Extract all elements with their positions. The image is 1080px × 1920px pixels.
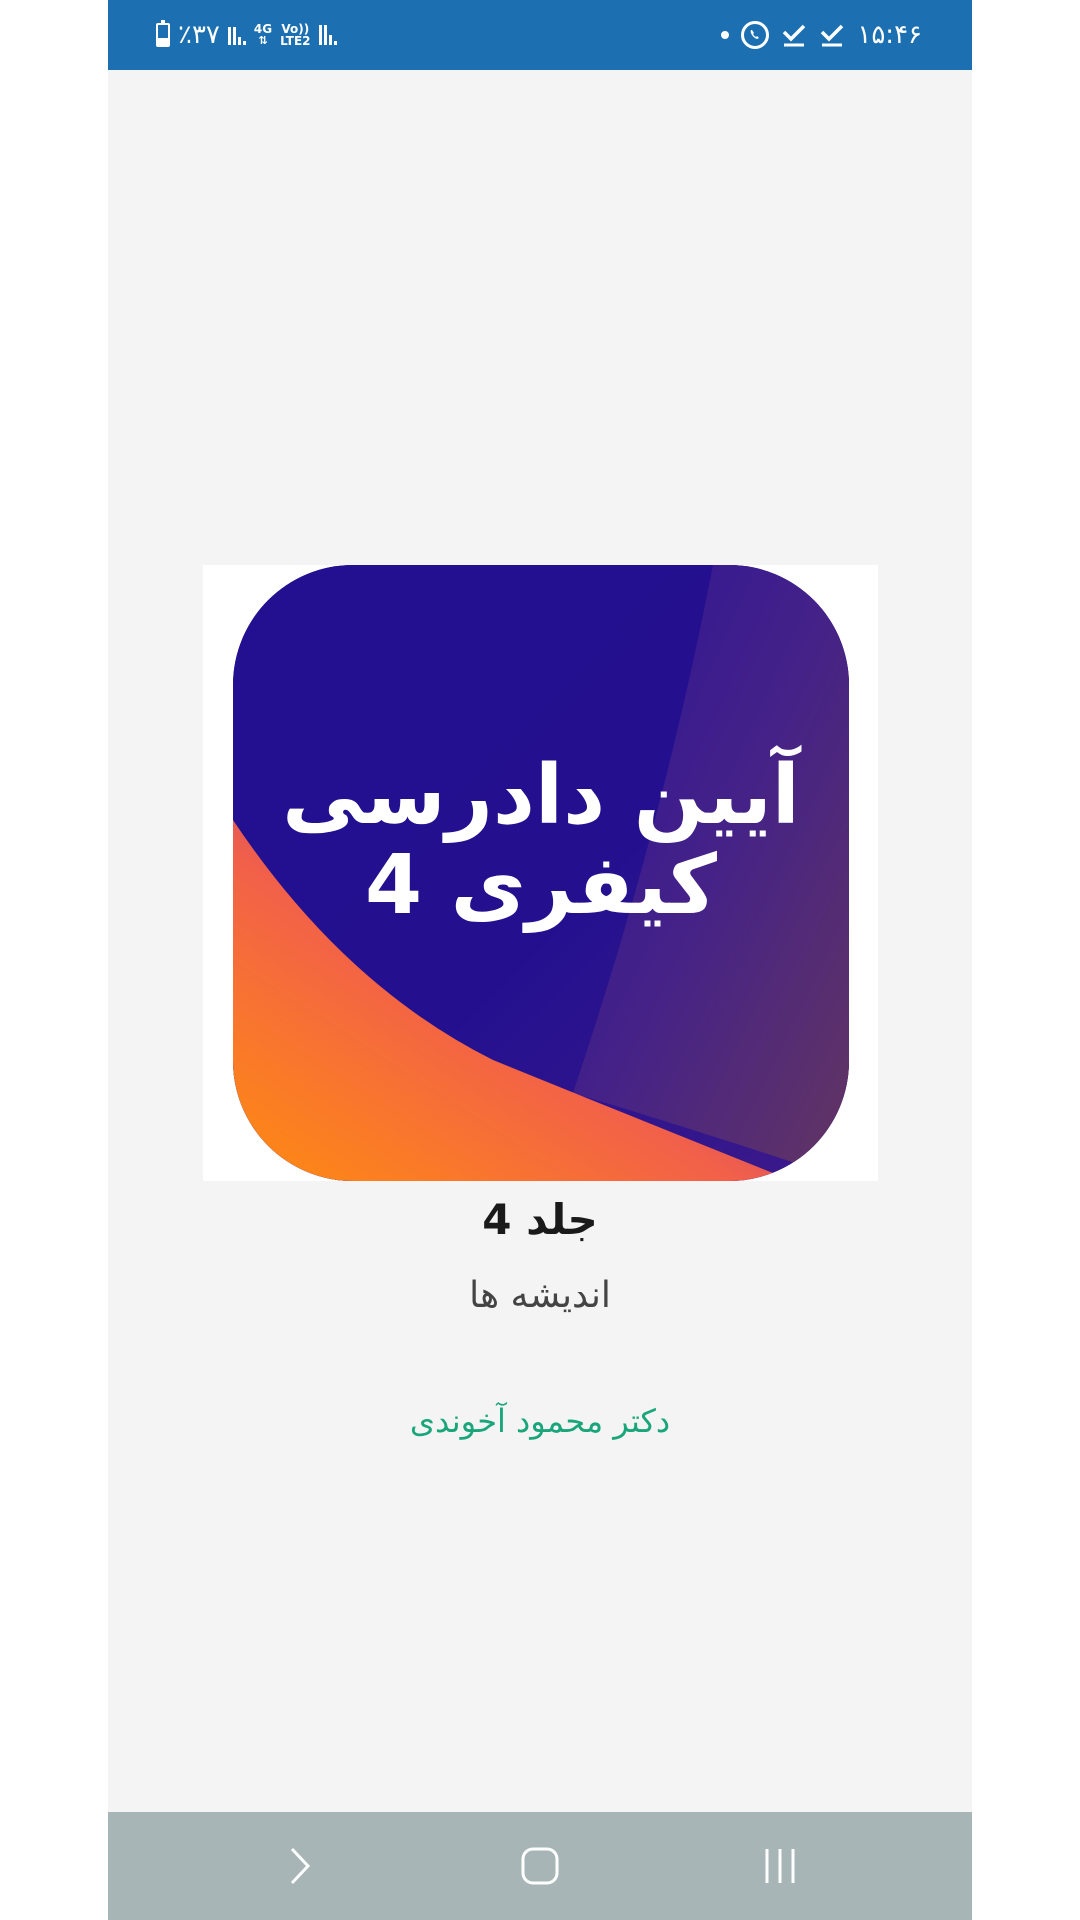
battery-icon <box>156 20 170 47</box>
battery-fill <box>158 37 168 45</box>
cover-title: آیین دادرسی کیفری 4 <box>233 751 849 931</box>
recents-icon <box>765 1849 795 1883</box>
battery-percent: ٪۳۷ <box>178 20 220 50</box>
navigation-bar <box>108 1812 972 1920</box>
cover-artwork: آیین دادرسی کیفری 4 <box>233 565 849 1181</box>
home-button[interactable] <box>480 1812 600 1920</box>
status-left: ٪۳۷ 4G ⇅ Vo)) LTE2 <box>156 0 337 70</box>
book-category: اندیشه ها <box>469 1275 611 1316</box>
cover-title-line1: آیین دادرسی <box>282 748 800 843</box>
cover-title-line2: کیفری 4 <box>365 838 717 933</box>
phone-screen: ٪۳۷ 4G ⇅ Vo)) LTE2 ۱۵:۴۶ آیین دادرسی کیف… <box>108 0 972 1920</box>
network-type: 4G ⇅ <box>253 22 273 47</box>
home-square-icon <box>521 1847 559 1885</box>
whatsapp-icon <box>741 21 770 49</box>
volte-indicator: Vo)) LTE2 <box>280 23 310 47</box>
status-bar: ٪۳۷ 4G ⇅ Vo)) LTE2 ۱۵:۴۶ <box>108 0 972 70</box>
signal-icon-2 <box>318 25 337 45</box>
back-button[interactable] <box>240 1812 360 1920</box>
book-cover[interactable]: آیین دادرسی کیفری 4 <box>203 565 878 1181</box>
signal-icon <box>227 25 246 45</box>
check-icon-2 <box>819 22 845 48</box>
chevron-right-icon <box>290 1847 311 1885</box>
clock: ۱۵:۴۶ <box>857 20 922 50</box>
check-icon <box>781 22 807 48</box>
recents-button[interactable] <box>720 1812 840 1920</box>
status-right: ۱۵:۴۶ <box>721 0 922 70</box>
book-author-link[interactable]: دکتر محمود آخوندی <box>108 1402 972 1440</box>
network-type-bottom: LTE2 <box>280 34 311 48</box>
book-volume: جلد 4 <box>482 1195 598 1244</box>
dot-icon <box>721 31 730 39</box>
